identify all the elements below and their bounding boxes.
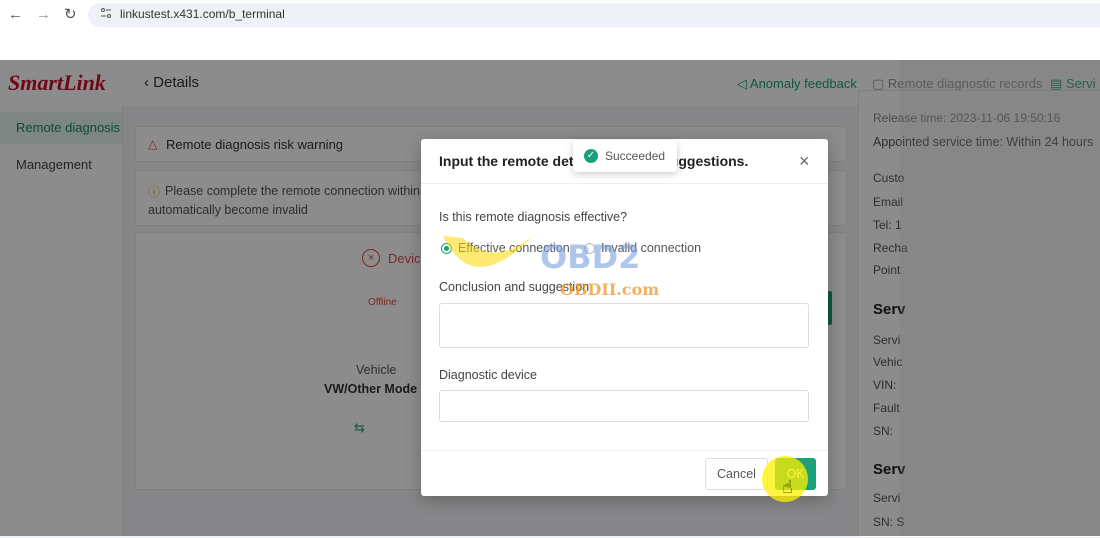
footer-divider xyxy=(421,450,828,451)
browser-toolbar: ← → ↻ linkustest.x431.com/b_terminal xyxy=(0,0,1100,60)
toast-text: Succeeded xyxy=(605,149,666,163)
hand-cursor-icon: ☝ xyxy=(782,477,793,497)
url-text[interactable]: linkustest.x431.com/b_terminal xyxy=(120,7,285,21)
success-toast: ✓ Succeeded xyxy=(573,140,677,172)
diagnosis-feedback-dialog: Input the remote det d suggestions. × Is … xyxy=(421,139,828,496)
divider xyxy=(421,183,828,184)
site-info-icon[interactable] xyxy=(100,7,112,19)
diagnostic-device-label: Diagnostic device xyxy=(439,368,537,382)
watermark-logo-icon xyxy=(443,236,533,267)
watermark-text-1: OBD2 xyxy=(540,238,641,276)
effectiveness-question: Is this remote diagnosis effective? xyxy=(439,210,628,224)
back-arrow-icon[interactable]: ← xyxy=(8,5,23,25)
blurred-region xyxy=(900,60,1100,536)
watermark-text-2: OBDII.com xyxy=(560,280,660,299)
cancel-button[interactable]: Cancel xyxy=(705,458,768,490)
reload-icon[interactable]: ↻ xyxy=(64,5,77,25)
forward-arrow-icon[interactable]: → xyxy=(36,5,51,25)
close-icon[interactable]: × xyxy=(799,151,810,172)
diagnostic-device-input[interactable] xyxy=(439,390,809,422)
check-circle-icon: ✓ xyxy=(584,149,598,163)
conclusion-textarea[interactable] xyxy=(439,303,809,348)
